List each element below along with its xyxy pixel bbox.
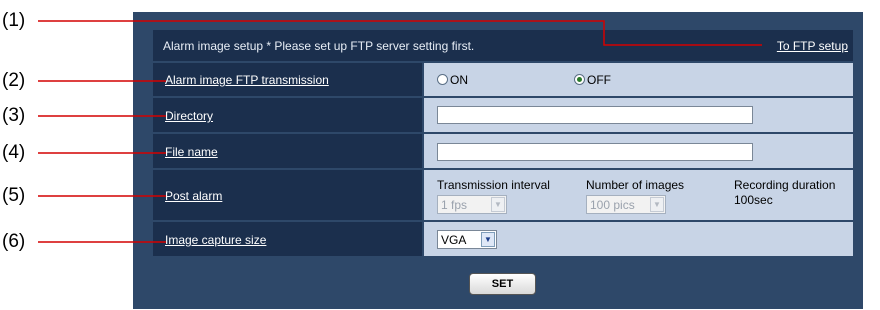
chevron-down-icon: ▼ — [650, 197, 664, 212]
recording-duration-value: 100sec — [734, 193, 773, 207]
transmission-interval-select[interactable]: 1 fps ▼ — [437, 195, 507, 214]
row-directory: Directory — [153, 98, 853, 132]
image-capture-size-label[interactable]: Image capture size — [165, 233, 266, 247]
row-file-name: File name — [153, 134, 853, 168]
radio-off[interactable]: OFF — [574, 73, 611, 87]
radio-on-label: ON — [450, 73, 468, 87]
radio-on[interactable]: ON — [437, 73, 468, 87]
number-of-images-select[interactable]: 100 pics ▼ — [586, 195, 666, 214]
callout-5: (5) — [2, 185, 26, 206]
number-of-images-label: Number of images — [586, 178, 685, 192]
row-ftp-transmission: Alarm image FTP transmission ON OFF — [153, 63, 853, 96]
radio-icon — [437, 74, 448, 85]
file-name-label[interactable]: File name — [165, 145, 218, 159]
set-button[interactable]: SET — [469, 273, 536, 295]
transmission-interval-value: 1 fps — [441, 198, 468, 212]
recording-duration-label: Recording duration — [734, 178, 836, 192]
transmission-interval-label: Transmission interval — [437, 178, 550, 192]
chevron-down-icon: ▼ — [491, 197, 505, 212]
ftp-transmission-label[interactable]: Alarm image FTP transmission — [165, 73, 329, 87]
row-image-capture-size: Image capture size VGA ▼ — [153, 222, 853, 256]
row-post-alarm: Post alarm Transmission interval 1 fps ▼… — [153, 170, 853, 220]
image-capture-size-value: VGA — [441, 233, 467, 247]
post-alarm-label[interactable]: Post alarm — [165, 189, 222, 203]
image-capture-size-select[interactable]: VGA ▼ — [437, 230, 497, 249]
radio-checked-icon — [574, 74, 585, 85]
callout-2: (2) — [2, 70, 26, 91]
callout-4: (4) — [2, 142, 26, 163]
to-ftp-setup-link[interactable]: To FTP setup — [777, 39, 848, 53]
header-title: Alarm image setup * Please set up FTP se… — [163, 39, 475, 53]
callout-3: (3) — [2, 105, 26, 126]
directory-label[interactable]: Directory — [165, 109, 213, 123]
directory-input[interactable] — [437, 106, 753, 124]
callout-6: (6) — [2, 231, 26, 252]
radio-off-label: OFF — [587, 73, 611, 87]
header-row: Alarm image setup * Please set up FTP se… — [153, 30, 853, 61]
chevron-down-icon: ▼ — [481, 232, 495, 247]
file-name-input[interactable] — [437, 143, 753, 161]
number-of-images-value: 100 pics — [590, 198, 635, 212]
callout-1: (1) — [2, 10, 26, 31]
